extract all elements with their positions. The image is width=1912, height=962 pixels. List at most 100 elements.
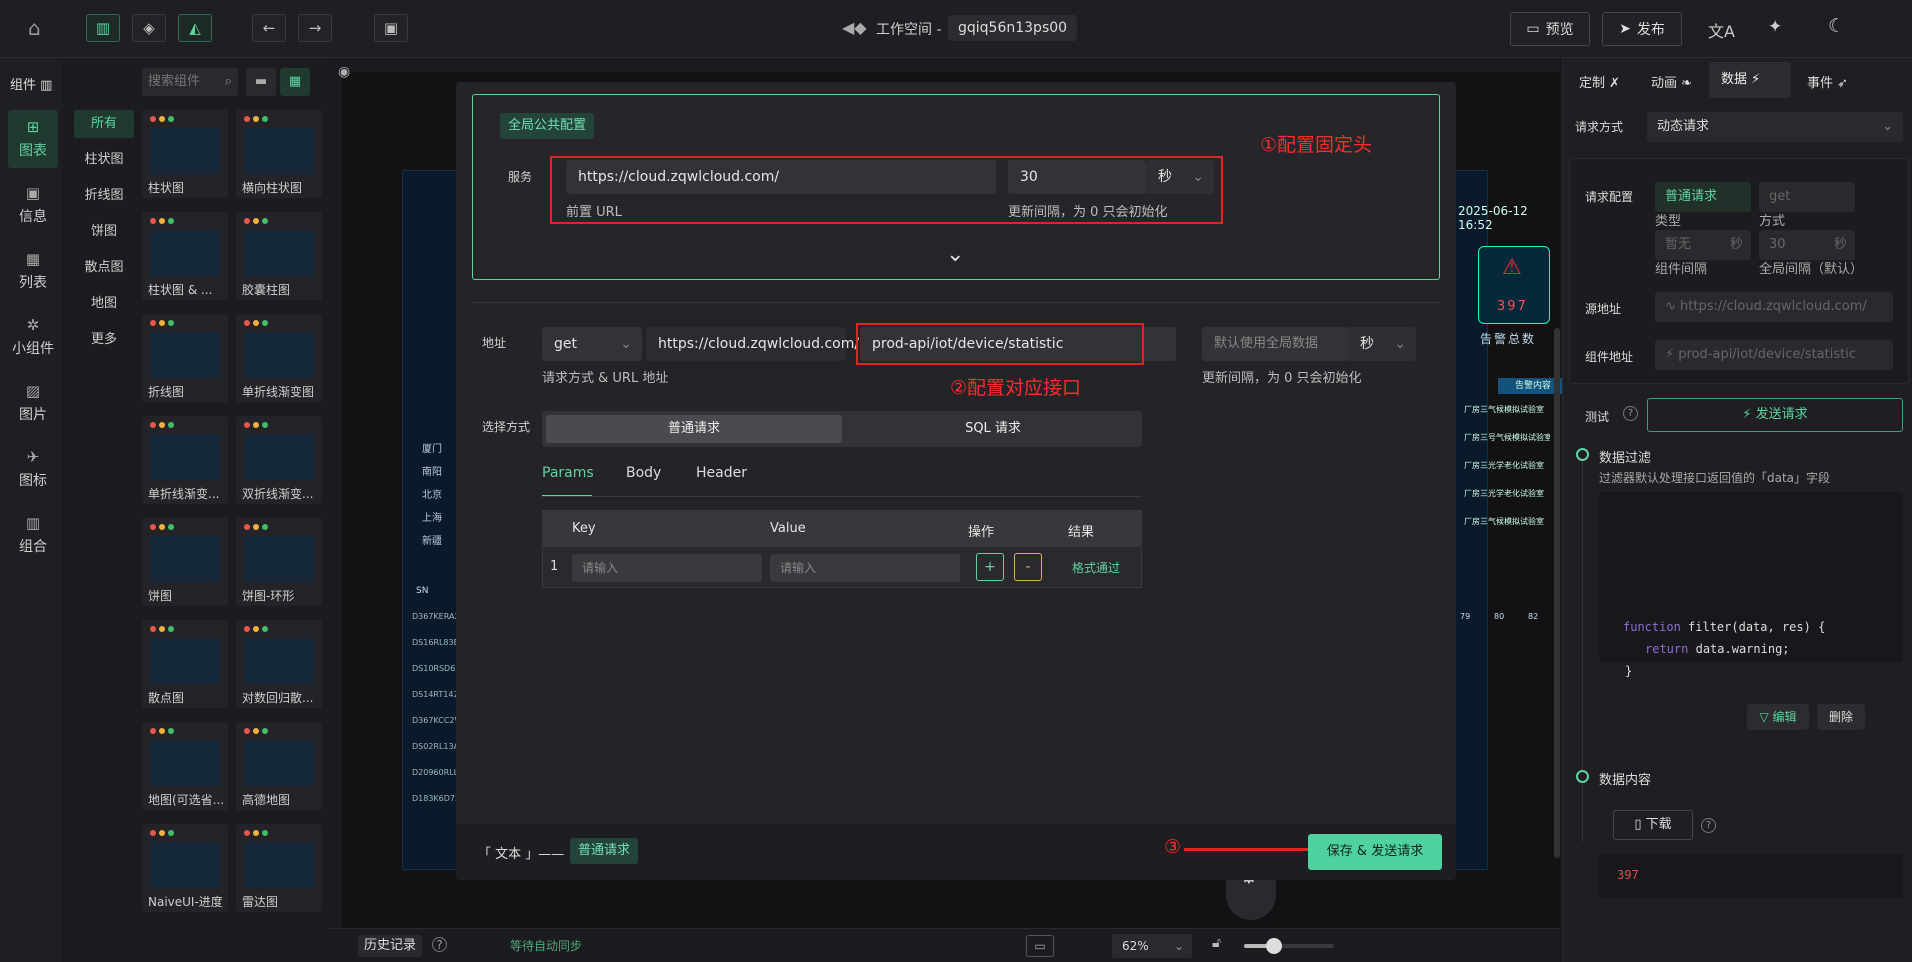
dot [168,524,174,530]
zoom-select[interactable]: 62% ⌄ [1112,934,1192,958]
dot [262,422,268,428]
download-button[interactable]: ▯ 下载 [1613,810,1693,840]
chart-layer-button[interactable]: ▥ [86,14,120,42]
component-card[interactable]: 对数回归散... [236,620,322,708]
tab-params[interactable]: Params [542,465,594,481]
component-card[interactable]: 单折线渐变图 [236,314,322,402]
sn-header: SN [416,586,429,596]
component-interval-input[interactable]: 默认使用全局数据 [1202,327,1348,361]
annotation-text-3: ③ [1164,836,1182,858]
zoom-slider-thumb[interactable] [1266,938,1282,954]
home-icon[interactable]: ⌂ [28,16,41,40]
tab-body[interactable]: Body [626,465,661,481]
component-card[interactable]: 柱状图 & ... [142,212,228,300]
tab-header[interactable]: Header [696,465,747,481]
save-icon-button[interactable]: ▣ [374,14,408,42]
component-label: 单折线渐变... [148,487,220,501]
zoom-slider[interactable] [1244,938,1334,954]
help-icon[interactable]: ? [432,937,447,952]
component-interval-unit[interactable]: 秒 ⌄ [1348,327,1416,361]
nav-info[interactable]: ▣ 信息 [8,176,58,234]
add-param-button[interactable]: + [976,553,1004,581]
category-map[interactable]: 地图 [74,290,134,318]
sn-row: D367KERA2 [412,612,460,621]
send-request-button[interactable]: ⚡︎ 发送请求 [1647,398,1903,432]
component-card[interactable]: 地图(可选省... [142,722,228,810]
window-dots [150,728,174,734]
lock-icon[interactable]: 🔓︎ [1212,935,1221,951]
minimap-button[interactable]: ▭ [1026,935,1054,957]
category-all[interactable]: 所有 [74,110,134,138]
component-card[interactable]: 柱状图 [142,110,228,198]
component-card[interactable]: 散点图 [142,620,228,708]
nav-chart[interactable]: ⊞ 图表 [8,110,58,168]
request-method-select[interactable]: 动态请求 ⌄ [1647,112,1903,142]
component-label: 饼图 [148,589,173,603]
category-line[interactable]: 折线图 [74,182,134,210]
delete-filter-button[interactable]: 删除 [1817,704,1865,730]
undo-button[interactable]: ← [252,14,286,42]
category-scatter[interactable]: 散点图 [74,254,134,282]
category-more[interactable]: 更多 [74,326,134,354]
global-interval-field: 30 秒 [1759,230,1855,260]
tab-animation[interactable]: 动画 ❧ [1651,72,1692,91]
test-help-icon[interactable]: ? [1623,406,1638,421]
remove-param-button[interactable]: - [1014,553,1042,581]
category-bar[interactable]: 柱状图 [74,146,134,174]
component-card[interactable]: 单折线渐变... [142,416,228,504]
category-pie[interactable]: 饼图 [74,218,134,246]
nav-widget[interactable]: ✲ 小组件 [8,308,58,366]
dot [262,320,268,326]
component-card[interactable]: 折线图 [142,314,228,402]
preview-button[interactable]: ▭ 预览 [1510,12,1590,46]
data-config-modal: 全局公共配置 服务 https://cloud.zqwlcloud.com/ 前… [456,82,1456,880]
address-base-input: https://cloud.zqwlcloud.com/ [646,327,859,361]
component-label: NaiveUI-进度 [148,895,223,909]
nav-list[interactable]: ▦ 列表 [8,242,58,300]
param-key-input[interactable]: 请输入 [572,554,762,582]
component-label: 雷达图 [242,895,279,909]
tab-event[interactable]: 事件 ➶ [1807,72,1848,91]
nav-image[interactable]: ▨ 图片 [8,374,58,432]
alarm-row: 厂房三号气候模拟试验室 [1464,433,1550,442]
component-card[interactable]: 双折线渐变... [236,416,322,504]
window-dots [244,830,268,836]
list-view-toggle[interactable]: ▬ [246,68,276,96]
nav-icon[interactable]: ✈ 图标 [8,440,58,498]
translate-icon[interactable]: 文A [1708,18,1735,42]
expand-chevron-icon[interactable]: ⌄ [946,242,964,267]
mode-sql-button[interactable]: SQL 请求 [846,415,1140,443]
sn-row: D183K6D75 [412,794,461,803]
publish-button[interactable]: ➤ 发布 [1602,12,1682,46]
details-button[interactable]: ◭ [178,14,212,42]
component-card[interactable]: 高德地图 [236,722,322,810]
download-help-icon[interactable]: ? [1701,818,1716,833]
component-card[interactable]: 雷达图 [236,824,322,912]
component-card[interactable]: 横向柱状图 [236,110,322,198]
grid-view-toggle[interactable]: ▦ [280,68,310,96]
save-send-button[interactable]: 保存 & 发送请求 [1308,834,1442,870]
canvas-scrollbar[interactable] [1554,328,1560,858]
history-button[interactable]: 历史记录 [358,935,423,957]
search-input[interactable]: 搜索组件 ⌕ [142,68,238,96]
nav-combo[interactable]: ▥ 组合 [8,506,58,564]
sn-row: D367KCC2V [412,716,460,725]
tab-custom[interactable]: 定制 ✗ [1579,72,1620,91]
layers-button[interactable]: ◈ [132,14,166,42]
tab-data[interactable]: 数据 ⚡︎ [1709,62,1791,98]
magic-wand-icon[interactable]: ✦ [1768,17,1782,37]
mode-normal-button[interactable]: 普通请求 [546,415,842,443]
component-card[interactable]: 胶囊柱图 [236,212,322,300]
dot [159,524,165,530]
component-card[interactable]: 饼图 [142,518,228,606]
left-nav: 组件 ▥ ⊞ 图表 ▣ 信息 ▦ 列表 ✲ 小组件 ▨ 图片 ✈ 图标 ▥ 组合 [0,58,62,962]
moon-icon[interactable]: ☾ [1828,15,1845,37]
eye-icon[interactable]: ◉ [338,64,350,80]
edit-filter-button[interactable]: ▽ 编辑 [1747,704,1809,730]
component-card[interactable]: NaiveUI-进度 [142,824,228,912]
component-card[interactable]: 饼图-环形 [236,518,322,606]
redo-button[interactable]: → [298,14,332,42]
param-value-input[interactable]: 请输入 [770,554,960,582]
method-select[interactable]: get ⌄ [542,327,642,361]
footer-component-type: 「 文本 」—— [478,847,565,862]
